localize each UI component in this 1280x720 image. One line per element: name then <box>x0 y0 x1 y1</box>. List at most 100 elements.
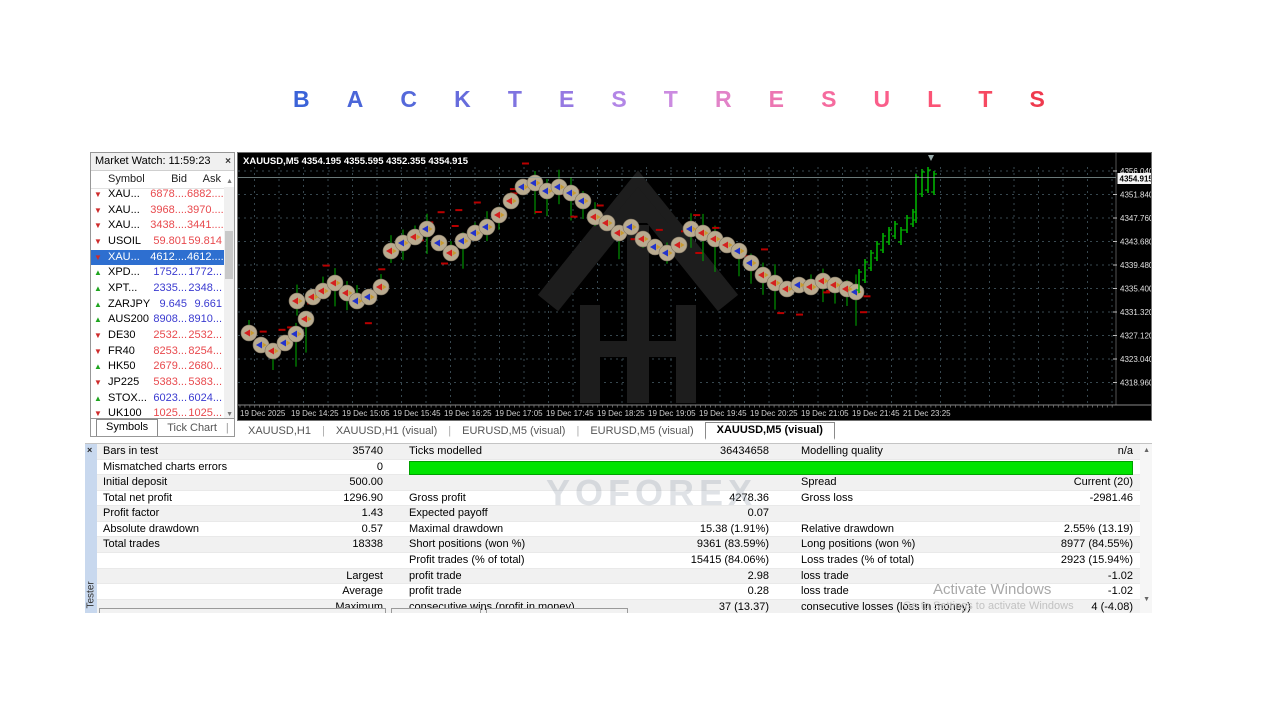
symbol-cell: DE30 <box>108 328 136 341</box>
down-arrow-icon: ▼ <box>94 330 102 340</box>
tab-symbols[interactable]: Symbols <box>96 419 159 436</box>
bid-cell: 3968.... <box>150 203 187 216</box>
title-letter: S <box>611 85 627 112</box>
scroll-down-icon[interactable]: ▼ <box>226 411 233 418</box>
scrollbar-thumb[interactable] <box>225 231 233 279</box>
market-watch-row[interactable]: ▼ DE30 2532... 2532... <box>91 328 224 344</box>
market-watch-row[interactable]: ▼ XAU... 3968.... 3970.... <box>91 203 224 219</box>
bid-cell: 59.801 <box>153 234 187 247</box>
svg-text:19 Dec 14:25: 19 Dec 14:25 <box>291 409 339 418</box>
symbol-cell: XAU... <box>108 188 140 200</box>
symbol-cell: HK50 <box>108 360 136 373</box>
symbol-cell: XPT... <box>108 281 138 294</box>
market-watch-row[interactable]: ▼ XAU... 3438.... 3441.... <box>91 218 224 234</box>
chart-title: XAUUSD,M5 4354.195 4355.595 4352.355 435… <box>243 156 469 167</box>
metric-value: -2981.46 <box>1089 491 1133 504</box>
column-ask[interactable]: Ask <box>187 171 221 188</box>
chart-tab[interactable]: XAUUSD,H1 (visual) <box>325 425 448 437</box>
chart-tab-bar: XAUUSD,H1 | XAUUSD,H1 (visual) | EURUSD,M5 (… <box>237 422 1152 440</box>
scroll-up-icon[interactable]: ▲ <box>1143 447 1150 454</box>
market-watch-row[interactable]: ▼ FR40 8253... 8254... <box>91 344 224 360</box>
symbol-cell: XAU... <box>108 250 140 263</box>
results-row[interactable]: Mismatched charts errors 0 <box>97 460 1140 476</box>
metric-value: 0.07 <box>747 507 769 520</box>
ask-cell: 3441.... <box>187 219 224 232</box>
market-watch-row[interactable]: ▼ JP225 5383... 5383... <box>91 375 224 391</box>
market-watch-row[interactable]: ▼ XAU... 4612.... 4612.... <box>91 249 224 266</box>
price-chart[interactable]: 4356.040 4351.840 4347.760 4343.680 4339.480… <box>237 152 1154 421</box>
up-arrow-icon: ▲ <box>94 268 102 278</box>
tester-bottom-tab[interactable] <box>99 608 386 613</box>
results-scrollbar[interactable]: ▲ ▼ <box>1140 444 1152 613</box>
metric-value: 2.55% (13.19) <box>1063 522 1133 535</box>
close-icon[interactable]: × <box>225 153 231 170</box>
results-row[interactable]: Absolute drawdown 0.57 Maximal drawdown 15.… <box>97 522 1140 538</box>
metric-value: 1296.90 <box>343 491 383 504</box>
page-title: BACKTESTRESULTS <box>293 84 1045 114</box>
svg-text:4351.840: 4351.840 <box>1120 191 1151 200</box>
market-watch-row[interactable]: ▲ XPT... 2335... 2348... <box>91 281 224 297</box>
market-watch-row[interactable]: ▲ AUS200 8908... 8910... <box>91 312 224 328</box>
metric-value: Average <box>342 585 383 598</box>
results-row[interactable]: Total net profit 1296.90 Gross profit 4278.… <box>97 491 1140 507</box>
svg-text:4318.960: 4318.960 <box>1120 379 1151 388</box>
svg-text:4331.320: 4331.320 <box>1120 308 1151 317</box>
ask-cell: 2532... <box>188 328 222 341</box>
ask-cell: 1772... <box>188 266 222 279</box>
metric-value: 500.00 <box>349 476 383 489</box>
metric-label: Bars in test <box>103 445 159 457</box>
tester-bottom-tab[interactable] <box>391 608 481 613</box>
market-watch-row[interactable]: ▲ HK50 2679... 2680... <box>91 359 224 375</box>
ask-cell: 8910... <box>188 313 222 326</box>
column-symbol[interactable]: Symbol <box>108 171 145 188</box>
market-watch-row[interactable]: ▼ USOIL 59.801 59.814 <box>91 234 224 250</box>
down-arrow-icon: ▼ <box>94 377 102 387</box>
ask-cell: 59.814 <box>188 234 222 247</box>
chart-tab[interactable]: XAUUSD,H1 <box>237 425 322 437</box>
tab-tick-chart[interactable]: Tick Chart <box>158 422 226 434</box>
title-letter: L <box>927 85 942 112</box>
svg-text:4335.400: 4335.400 <box>1120 285 1151 294</box>
svg-text:4354.915: 4354.915 <box>1120 175 1152 184</box>
chart-tab[interactable]: EURUSD,M5 (visual) <box>579 425 704 437</box>
market-watch-row[interactable]: ▲ XPD... 1752... 1772... <box>91 265 224 281</box>
results-row[interactable]: Profit factor 1.43 Expected payoff 0.07 <box>97 506 1140 522</box>
down-arrow-icon: ▼ <box>94 252 102 262</box>
bid-cell: 3438.... <box>150 219 187 232</box>
tester-bottom-tab[interactable] <box>486 608 628 613</box>
results-row[interactable]: Bars in test 35740 Ticks modelled 36434658 M… <box>97 444 1140 460</box>
results-row[interactable]: Profit trades (% of total) 15415 (84.06%)… <box>97 553 1140 569</box>
activate-windows-subtext: Go to Settings to activate Windows <box>903 600 1074 612</box>
symbol-cell: USOIL <box>108 234 142 247</box>
market-watch-row[interactable]: ▲ STOX... 6023... 6024... <box>91 391 224 407</box>
market-watch-row[interactable]: ▼ XAU... 6878.... 6882.... <box>91 187 224 203</box>
title-letter: T <box>978 85 993 112</box>
down-arrow-icon: ▼ <box>94 221 102 231</box>
svg-text:4323.040: 4323.040 <box>1120 355 1151 364</box>
svg-text:19 Dec 21:05: 19 Dec 21:05 <box>801 409 849 418</box>
title-letter: T <box>663 85 678 112</box>
market-watch-title: Market Watch: 11:59:23 <box>95 155 211 167</box>
metric-value: 9361 (83.59%) <box>696 538 769 551</box>
close-icon[interactable]: × <box>87 445 92 455</box>
metric-value: 2923 (15.94%) <box>1060 553 1133 566</box>
scroll-down-icon[interactable]: ▼ <box>1143 596 1150 603</box>
modelling-quality-bar <box>409 460 1133 475</box>
metric-label: Gross loss <box>801 491 853 504</box>
title-letter: C <box>400 85 418 112</box>
market-watch-header: Market Watch: 11:59:23 × <box>91 153 234 171</box>
chart-tab[interactable]: XAUUSD,M5 (visual) <box>704 422 835 440</box>
results-row[interactable]: Total trades 18338 Short positions (won %)… <box>97 537 1140 553</box>
chart-tab[interactable]: EURUSD,M5 (visual) <box>451 425 576 437</box>
title-letter: S <box>821 85 837 112</box>
title-letter: S <box>1029 85 1045 112</box>
metric-value: 1.43 <box>361 507 383 520</box>
market-watch-scrollbar[interactable] <box>224 187 234 422</box>
symbol-cell: XPD... <box>108 266 140 279</box>
svg-text:19 Dec 21:45: 19 Dec 21:45 <box>852 409 900 418</box>
results-row[interactable]: Initial deposit 500.00 Spread Current (20) <box>97 475 1140 491</box>
up-arrow-icon: ▲ <box>94 283 102 293</box>
metric-value: 0 <box>376 460 383 473</box>
column-bid[interactable]: Bid <box>141 171 187 188</box>
market-watch-row[interactable]: ▲ ZARJPY 9.645 9.661 <box>91 297 224 313</box>
